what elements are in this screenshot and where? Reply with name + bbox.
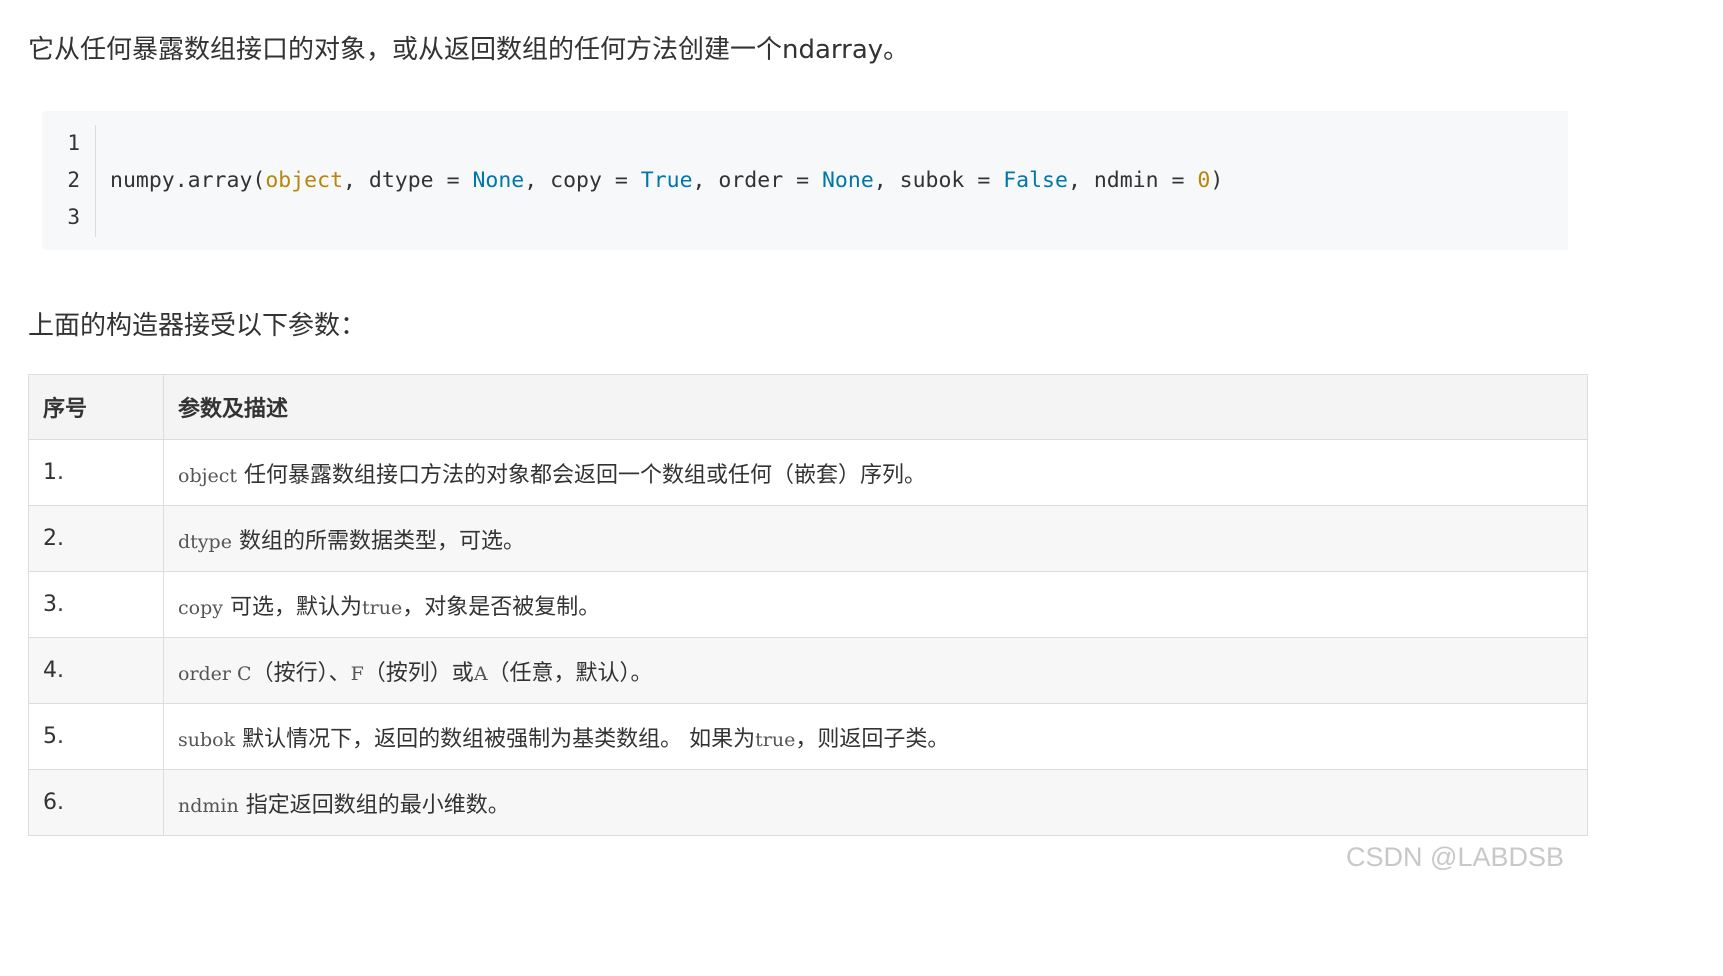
row-index: 5.: [28, 703, 164, 770]
code-text: , order =: [692, 168, 822, 193]
param-name: copy: [178, 596, 223, 619]
row-index: 4.: [28, 637, 164, 704]
param-desc: （按行）、: [251, 660, 351, 686]
code-line: numpy.array(object, dtype = None, copy =…: [110, 162, 1223, 199]
line-number: 3: [67, 205, 80, 229]
param-desc: （任意，默认）。: [487, 660, 653, 686]
row-description: object 任何暴露数组接口方法的对象都会返回一个数组或任何（嵌套）序列。: [163, 439, 1588, 506]
code-text: ): [1210, 168, 1224, 193]
code-keyword: None: [472, 168, 525, 193]
row-description: dtype 数组的所需数据类型，可选。: [163, 505, 1588, 572]
param-name: object: [178, 464, 238, 487]
code-text: , subok =: [873, 168, 1004, 193]
code-function: numpy.array(: [110, 168, 266, 193]
code-text: , dtype =: [343, 168, 473, 193]
table-row: 6. ndmin 指定返回数组的最小维数。: [28, 769, 1588, 836]
header-description: 参数及描述: [163, 374, 1588, 440]
intro-paragraph: 它从任何暴露数组接口的对象，或从返回数组的任何方法创建一个ndarray。: [28, 35, 910, 65]
row-description: subok 默认情况下，返回的数组被强制为基类数组。 如果为true，则返回子类…: [163, 703, 1588, 770]
code-keyword: False: [1003, 168, 1068, 193]
param-name: order: [178, 662, 232, 685]
code-number: 0: [1197, 168, 1211, 193]
table-row: 2. dtype 数组的所需数据类型，可选。: [28, 505, 1588, 572]
inline-code: true: [755, 728, 796, 751]
param-desc: 可选，默认为: [222, 594, 362, 620]
code-param-object: object: [265, 168, 344, 193]
inline-code: C: [231, 662, 252, 685]
inline-code: true: [361, 596, 403, 619]
table-row: 5. subok 默认情况下，返回的数组被强制为基类数组。 如果为true，则返…: [28, 703, 1588, 770]
code-keyword: True: [640, 168, 693, 193]
param-name: subok: [178, 728, 236, 751]
row-description: order C（按行）、F（按列）或A（任意，默认）。: [163, 637, 1588, 704]
table-row: 1. object 任何暴露数组接口方法的对象都会返回一个数组或任何（嵌套）序列…: [28, 439, 1588, 506]
param-desc: 数组的所需数据类型，可选。: [231, 528, 525, 554]
watermark: CSDN @LABDSB: [1346, 842, 1564, 872]
line-number-gutter: 1 2 3: [42, 125, 96, 237]
row-index: 2.: [28, 505, 164, 572]
line-number: 2: [67, 168, 80, 192]
code-keyword: None: [821, 168, 874, 193]
parameters-table: 序号 参数及描述 1. object 任何暴露数组接口方法的对象都会返回一个数组…: [28, 374, 1588, 836]
header-index: 序号: [28, 374, 164, 440]
param-desc: 默认情况下，返回的数组被强制为基类数组。 如果为: [235, 726, 756, 752]
line-number: 1: [67, 131, 80, 155]
table-row: 3. copy 可选，默认为true，对象是否被复制。: [28, 571, 1588, 638]
code-block: 1 2 3 numpy.array(object, dtype = None, …: [42, 111, 1568, 250]
param-desc: 指定返回数组的最小维数。: [238, 792, 510, 818]
code-text: , ndmin =: [1067, 168, 1198, 193]
param-name: dtype: [178, 530, 232, 553]
table-row: 4. order C（按行）、F（按列）或A（任意，默认）。: [28, 637, 1588, 704]
param-desc: （按列）或: [363, 660, 474, 686]
row-index: 3.: [28, 571, 164, 638]
table-header-row: 序号 参数及描述: [28, 374, 1588, 440]
section-title: 上面的构造器接受以下参数：: [28, 311, 367, 341]
inline-code: F: [350, 662, 364, 685]
param-name: ndmin: [178, 794, 239, 817]
param-desc: ，对象是否被复制。: [402, 594, 601, 620]
code-text: , copy =: [524, 168, 641, 193]
row-description: copy 可选，默认为true，对象是否被复制。: [163, 571, 1588, 638]
inline-code: A: [473, 662, 488, 685]
row-index: 6.: [28, 769, 164, 836]
param-desc: 任何暴露数组接口方法的对象都会返回一个数组或任何（嵌套）序列。: [237, 462, 927, 488]
row-index: 1.: [28, 439, 164, 506]
param-desc: ，则返回子类。: [795, 726, 950, 752]
row-description: ndmin 指定返回数组的最小维数。: [163, 769, 1588, 836]
